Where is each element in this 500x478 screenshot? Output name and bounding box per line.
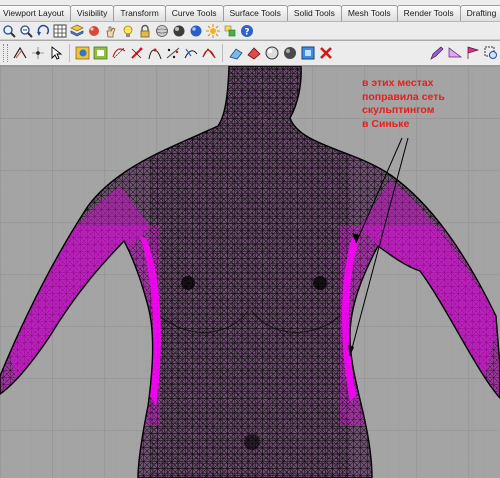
pan-icon[interactable] — [18, 23, 34, 39]
ruler-icon[interactable] — [446, 43, 463, 63]
rotate-view-icon[interactable] — [35, 23, 51, 39]
box-icon[interactable] — [92, 43, 109, 63]
light-bulb-icon[interactable] — [120, 23, 136, 39]
annotation-line: скульптингом — [362, 104, 435, 116]
pencil-icon[interactable] — [428, 43, 445, 63]
point-cloud-icon[interactable] — [164, 43, 181, 63]
annotation-line: поправила сеть — [362, 90, 445, 103]
toolbar-separator — [69, 44, 70, 62]
layer-icon[interactable] — [69, 23, 85, 39]
annotation-line: в этих местах — [362, 77, 434, 89]
help-icon[interactable]: ? — [239, 23, 255, 39]
tab-curve-tools[interactable]: Curve Tools — [164, 5, 224, 21]
grid-icon[interactable] — [52, 23, 68, 39]
tab-solid-tools[interactable]: Solid Tools — [286, 5, 342, 21]
point-icon[interactable] — [29, 43, 46, 63]
annotation-text: в этих местах поправила сеть скульптинго… — [362, 77, 496, 131]
toolbar-tab-bar: Viewport Layout Visibility Transform Cur… — [0, 0, 500, 22]
mesh-icon[interactable] — [110, 43, 127, 63]
toolbar-grip[interactable] — [3, 44, 8, 62]
sphere-blue-icon[interactable] — [188, 23, 204, 39]
tab-surface-tools[interactable]: Surface Tools — [222, 5, 288, 21]
toolbar-separator — [222, 44, 223, 62]
lock-icon[interactable] — [137, 23, 153, 39]
left-nipple — [181, 276, 195, 290]
sphere-gray-icon[interactable] — [154, 23, 170, 39]
snap-icon[interactable] — [182, 43, 199, 63]
zoom-extents-icon[interactable] — [1, 23, 17, 39]
surface-icon[interactable] — [227, 43, 244, 63]
navel — [244, 434, 260, 450]
tab-viewport-layout[interactable]: Viewport Layout — [0, 5, 71, 21]
material-ball-icon[interactable] — [263, 43, 280, 63]
render-ball-icon[interactable] — [281, 43, 298, 63]
layer-blue-icon[interactable] — [299, 43, 316, 63]
surface-red-icon[interactable] — [245, 43, 262, 63]
tab-drafting[interactable]: Drafting — [459, 5, 500, 21]
standard-toolbar: ? — [0, 22, 500, 40]
material-icon[interactable] — [86, 23, 102, 39]
zoom-window-icon[interactable] — [482, 43, 499, 63]
tab-render-tools[interactable]: Render Tools — [396, 5, 461, 21]
curve-icon[interactable] — [11, 43, 28, 63]
tab-visibility[interactable]: Visibility — [69, 5, 115, 21]
svg-text:?: ? — [244, 27, 249, 37]
close-icon[interactable] — [317, 43, 334, 63]
sphere-icon[interactable] — [74, 43, 91, 63]
tab-transform[interactable]: Transform — [113, 5, 166, 21]
annotation-line: в Синьке — [362, 117, 410, 130]
right-nipple — [313, 276, 327, 290]
select-icon[interactable] — [47, 43, 64, 63]
curve-edit-icon[interactable] — [200, 43, 217, 63]
analysis-icon[interactable] — [146, 43, 163, 63]
sun-icon[interactable] — [205, 23, 221, 39]
flag-icon[interactable] — [464, 43, 481, 63]
paint-icon[interactable] — [222, 23, 238, 39]
perspective-viewport[interactable]: в этих местах поправила сеть скульптинго… — [0, 66, 500, 478]
sphere-shaded-icon[interactable] — [171, 23, 187, 39]
mesh-toolbar — [0, 41, 500, 66]
tab-mesh-tools[interactable]: Mesh Tools — [340, 5, 398, 21]
delete-icon[interactable] — [128, 43, 145, 63]
hand-icon[interactable] — [103, 23, 119, 39]
